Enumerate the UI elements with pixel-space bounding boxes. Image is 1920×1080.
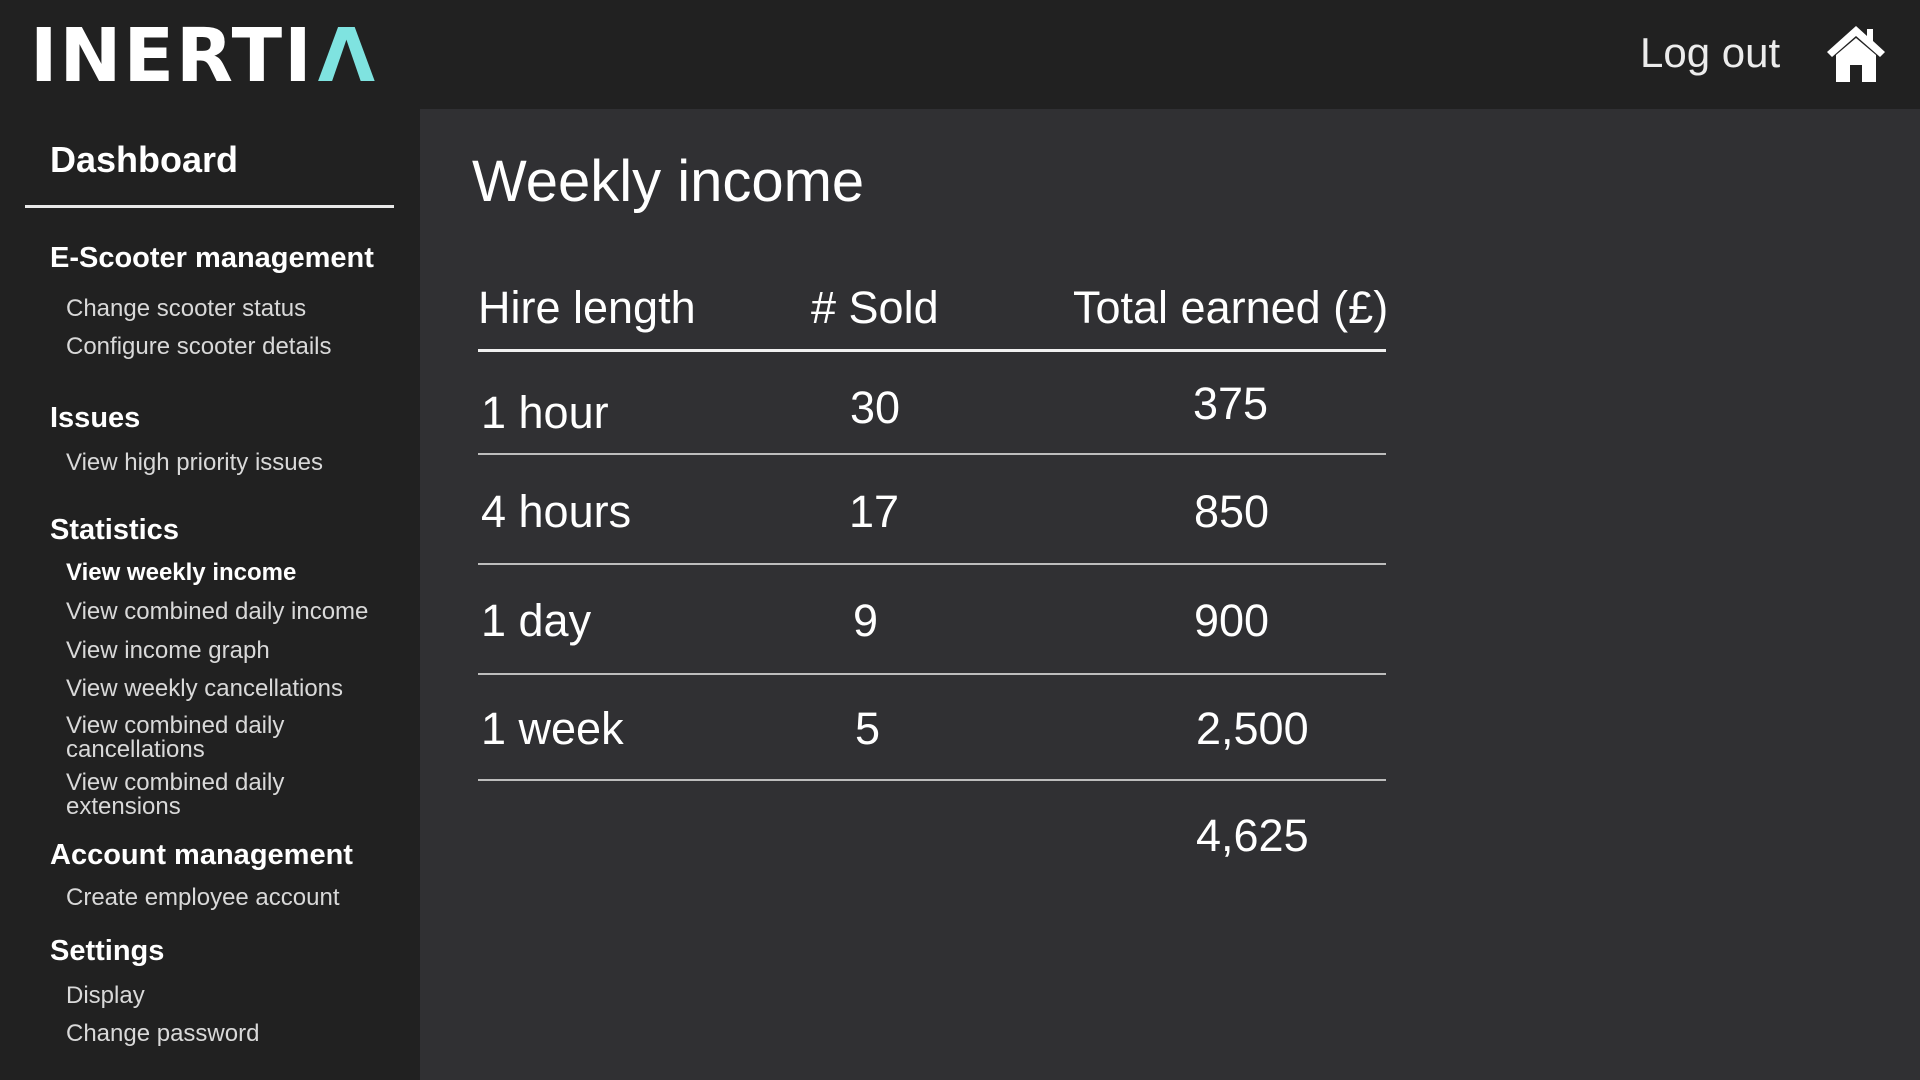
row-divider	[478, 453, 1386, 455]
logo-accent-letter: Λ	[317, 13, 377, 99]
cell-sold: 17	[849, 486, 900, 537]
sidebar-item-combined-daily-extensions[interactable]: View combined daily extensions	[66, 771, 326, 819]
sidebar-item-change-password[interactable]: Change password	[66, 1022, 386, 1046]
header-divider	[478, 349, 1386, 352]
sidebar-section-escooter[interactable]: E-Scooter management	[50, 242, 374, 275]
cell-sold: 5	[855, 703, 881, 754]
sidebar: Dashboard E-Scooter management Change sc…	[0, 109, 420, 1080]
sidebar-section-account-management[interactable]: Account management	[50, 839, 353, 872]
sidebar-section-settings[interactable]: Settings	[50, 935, 164, 968]
logo-text: INERTI	[30, 13, 314, 99]
cell-hire-length: 1 hour	[481, 387, 609, 438]
cell-sold: 9	[853, 595, 879, 646]
sidebar-item-combined-daily-income[interactable]: View combined daily income	[66, 600, 386, 624]
sidebar-item-weekly-cancellations[interactable]: View weekly cancellations	[66, 677, 386, 701]
table-total: 4,625	[1196, 810, 1309, 861]
sidebar-item-configure-scooter-details[interactable]: Configure scooter details	[66, 335, 386, 359]
sidebar-item-change-scooter-status[interactable]: Change scooter status	[66, 297, 386, 321]
app-logo[interactable]: INERTI Λ	[30, 18, 377, 94]
sidebar-item-income-graph[interactable]: View income graph	[66, 639, 386, 663]
sidebar-section-issues[interactable]: Issues	[50, 402, 140, 435]
cell-hire-length: 1 day	[481, 595, 592, 646]
cell-hire-length: 4 hours	[481, 486, 632, 537]
cell-total-earned: 2,500	[1196, 703, 1309, 754]
sidebar-item-combined-daily-cancellations[interactable]: View combined daily cancellations	[66, 714, 326, 762]
sidebar-item-display[interactable]: Display	[66, 984, 386, 1008]
cell-total-earned: 375	[1193, 378, 1269, 429]
sidebar-item-create-employee-account[interactable]: Create employee account	[66, 886, 386, 910]
logout-link[interactable]: Log out	[1640, 28, 1780, 78]
column-header-sold: # Sold	[811, 282, 939, 333]
row-divider	[478, 673, 1386, 675]
column-header-total-earned: Total earned (£)	[1073, 282, 1389, 333]
sidebar-dashboard-link[interactable]: Dashboard	[50, 139, 238, 181]
sidebar-divider	[25, 205, 394, 208]
column-header-hire-length: Hire length	[478, 282, 696, 333]
page-title: Weekly income	[472, 149, 865, 214]
cell-total-earned: 850	[1194, 486, 1270, 537]
cell-hire-length: 1 week	[481, 703, 624, 754]
row-divider	[478, 563, 1386, 565]
cell-sold: 30	[850, 382, 901, 433]
top-bar: INERTI Λ Log out	[0, 0, 1920, 109]
sidebar-item-weekly-income[interactable]: View weekly income	[66, 561, 386, 585]
sidebar-section-statistics[interactable]: Statistics	[50, 514, 179, 547]
cell-total-earned: 900	[1194, 595, 1270, 646]
home-icon[interactable]	[1825, 22, 1887, 84]
sidebar-item-high-priority-issues[interactable]: View high priority issues	[66, 451, 386, 475]
row-divider	[478, 779, 1386, 781]
